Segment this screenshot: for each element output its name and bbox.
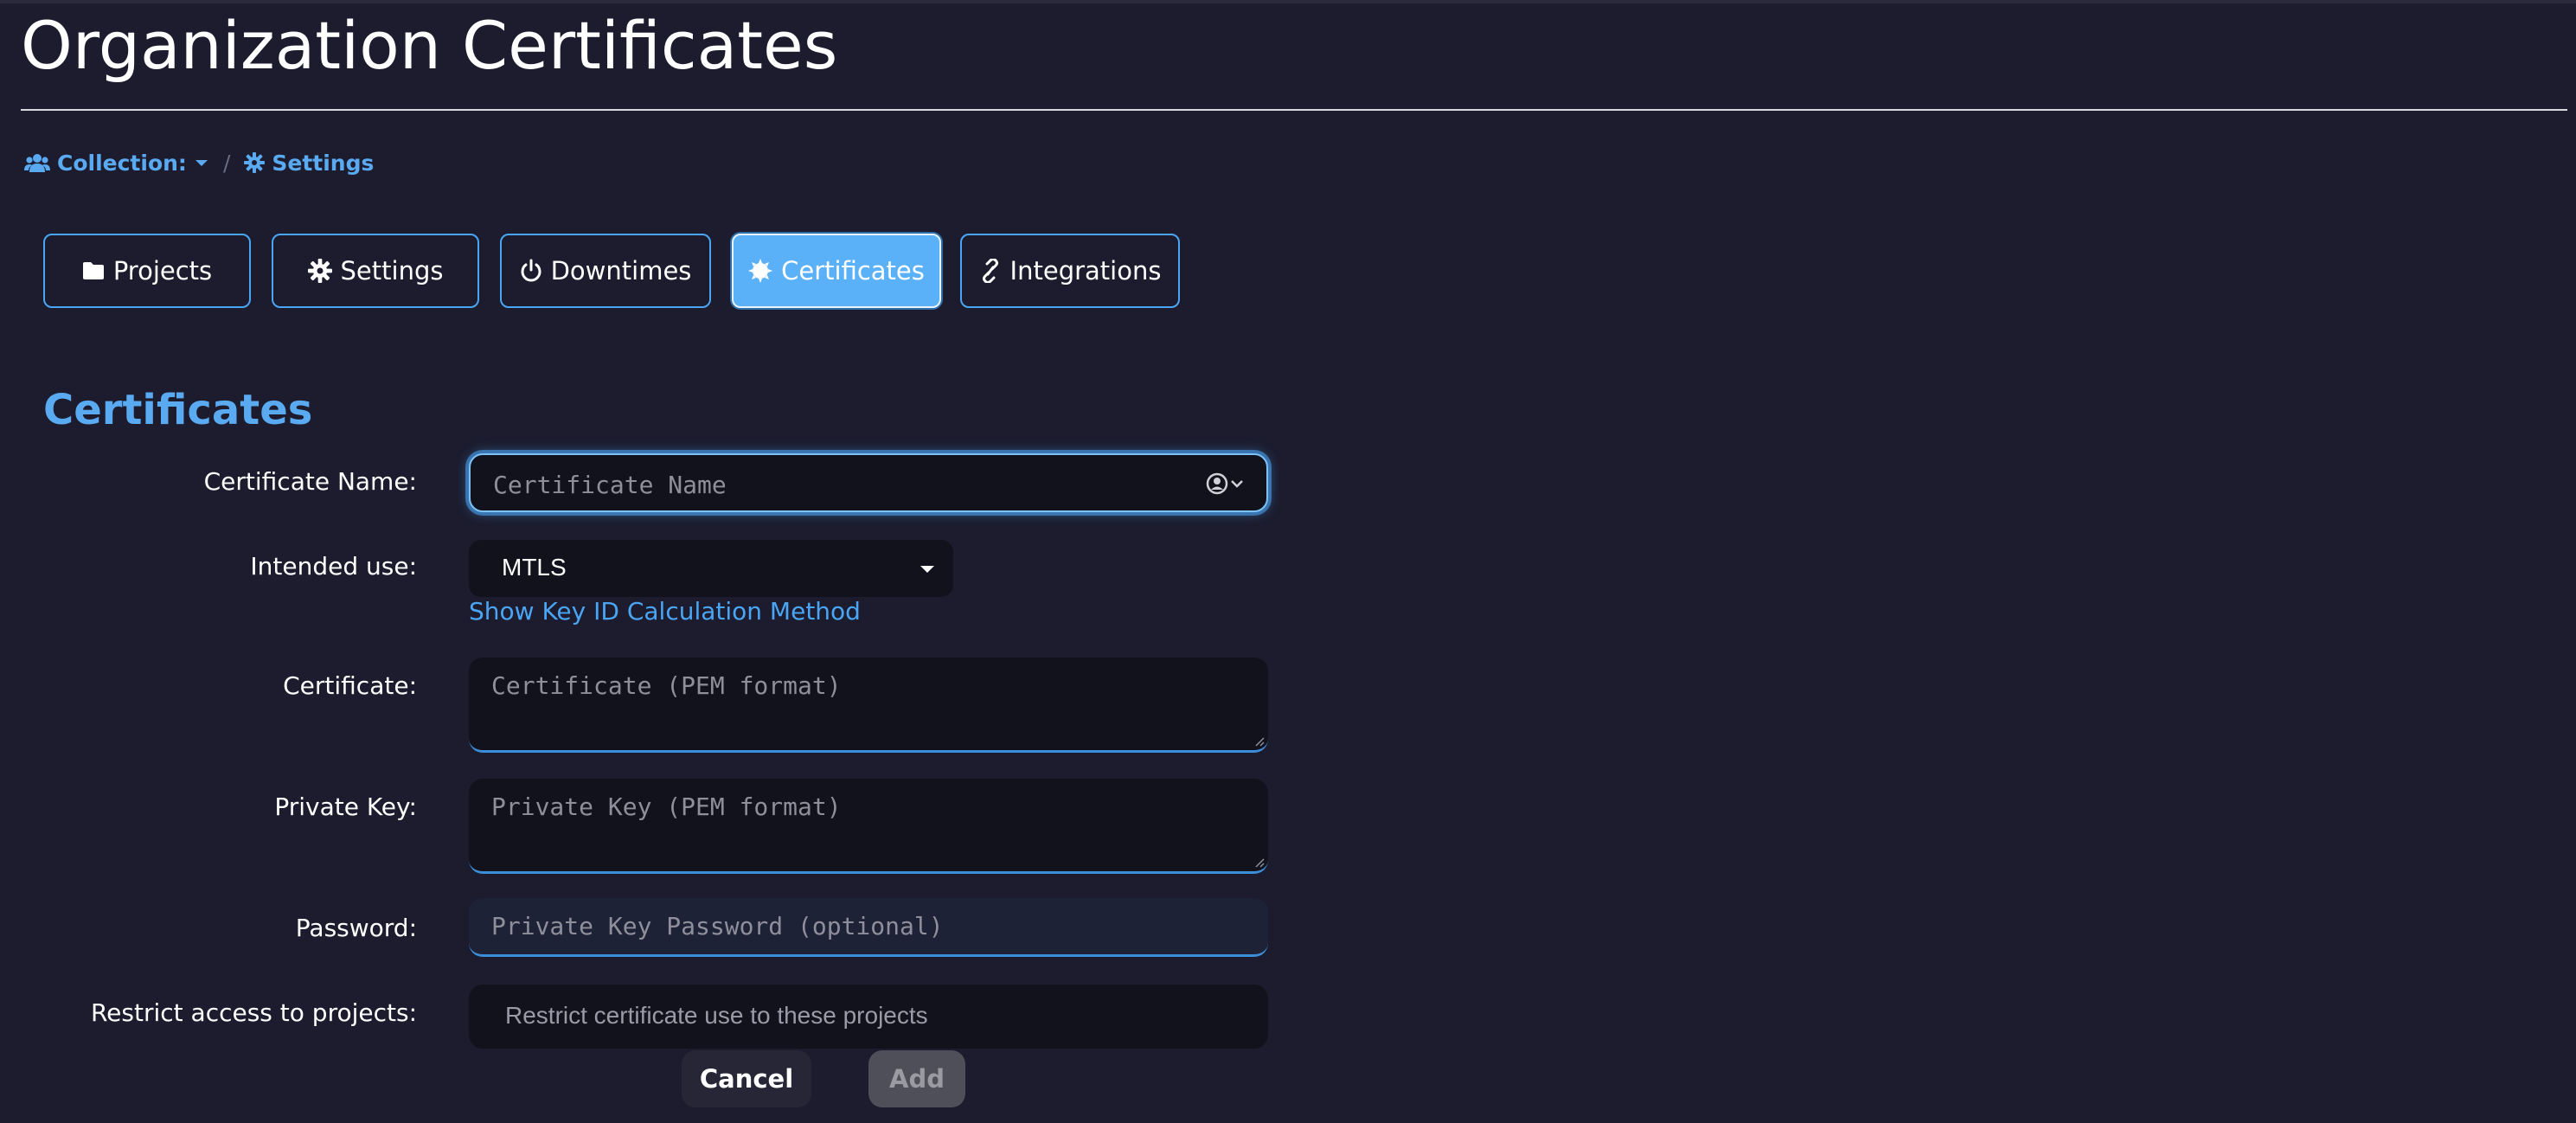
tab-downtimes[interactable]: Downtimes <box>500 234 711 308</box>
users-icon <box>24 153 50 172</box>
tab-integrations[interactable]: Integrations <box>960 234 1180 308</box>
certificate-placeholder: Certificate (PEM format) <box>491 671 842 700</box>
certificate-name-label: Certificate Name: <box>203 467 417 496</box>
caret-down-icon <box>194 157 209 168</box>
intended-use-value: MTLS <box>502 554 567 581</box>
show-key-id-link[interactable]: Show Key ID Calculation Method <box>469 597 861 626</box>
page-title: Organization Certificates <box>21 7 838 84</box>
title-divider <box>21 109 2567 111</box>
breadcrumb-collection-label: Collection: <box>57 150 187 176</box>
password-placeholder: Private Key Password (optional) <box>491 912 944 940</box>
gear-icon <box>307 259 332 283</box>
page: Organization Certificates Collection: / <box>0 0 2576 1123</box>
certificate-label: Certificate: <box>283 671 417 700</box>
private-key-label: Private Key: <box>274 793 417 821</box>
breadcrumb-separator: / <box>222 150 231 176</box>
certificate-name-placeholder: Certificate Name <box>493 471 727 499</box>
password-label: Password: <box>295 914 417 942</box>
tab-projects[interactable]: Projects <box>43 234 251 308</box>
resize-handle-icon[interactable] <box>1254 857 1265 868</box>
certificate-textarea[interactable]: Certificate (PEM format) <box>469 658 1268 753</box>
power-icon <box>520 259 542 283</box>
tab-label: Downtimes <box>550 256 692 286</box>
intended-use-select[interactable]: MTLS <box>469 540 953 597</box>
certificate-icon <box>748 259 773 283</box>
restrict-projects-select[interactable]: Restrict certificate use to these projec… <box>469 985 1268 1049</box>
caret-down-icon <box>920 566 934 573</box>
tab-label: Settings <box>340 256 444 286</box>
restrict-projects-label: Restrict access to projects: <box>90 998 417 1027</box>
tab-label: Integrations <box>1009 256 1162 286</box>
add-button[interactable]: Add <box>868 1050 965 1107</box>
tab-certificates[interactable]: Certificates <box>732 234 941 308</box>
folder-icon <box>82 261 105 280</box>
restrict-projects-placeholder: Restrict certificate use to these projec… <box>505 1002 928 1029</box>
tab-label: Projects <box>112 256 213 286</box>
section-title: Certificates <box>43 386 313 434</box>
autofill-contact-icon[interactable] <box>1206 472 1244 495</box>
cancel-button[interactable]: Cancel <box>682 1050 811 1107</box>
resize-handle-icon[interactable] <box>1254 736 1265 747</box>
private-key-placeholder: Private Key (PEM format) <box>491 793 842 821</box>
intended-use-label: Intended use: <box>250 552 417 581</box>
link-icon <box>979 259 1002 283</box>
private-key-textarea[interactable]: Private Key (PEM format) <box>469 779 1268 874</box>
tab-label: Certificates <box>781 256 925 286</box>
gear-icon <box>244 152 266 173</box>
breadcrumb-settings-label: Settings <box>272 150 375 176</box>
breadcrumb: Collection: / Settings <box>24 147 374 178</box>
password-input[interactable]: Private Key Password (optional) <box>469 898 1268 957</box>
breadcrumb-collection[interactable]: Collection: <box>24 151 209 176</box>
certificate-name-input[interactable]: Certificate Name <box>469 453 1268 512</box>
tab-settings[interactable]: Settings <box>272 234 479 308</box>
breadcrumb-settings[interactable]: Settings <box>244 151 374 176</box>
